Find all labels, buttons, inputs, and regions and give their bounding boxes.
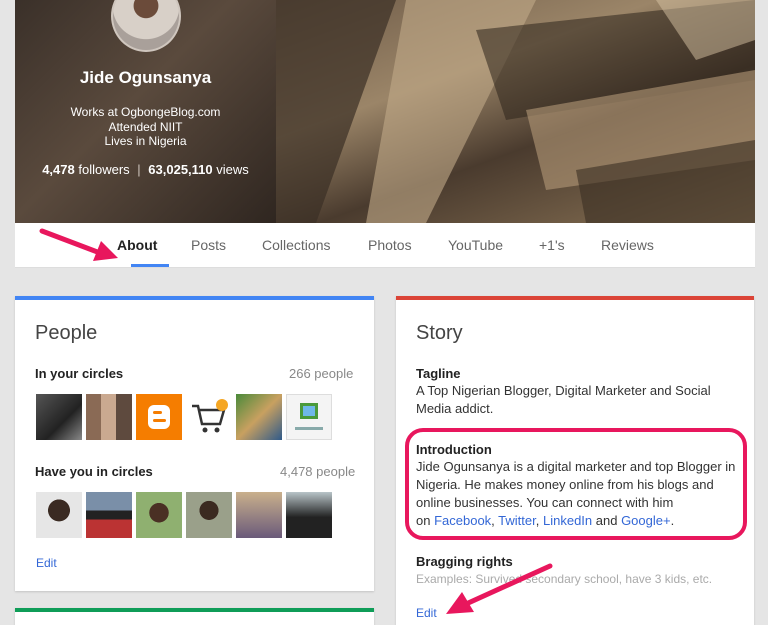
- annotation-arrow-edit: [446, 563, 553, 614]
- follower-avatar[interactable]: [286, 492, 332, 538]
- tagline-label: Tagline: [416, 366, 461, 381]
- profile-works: Works at OgbongeBlog.com: [70, 105, 221, 119]
- tab-photos[interactable]: Photos: [368, 237, 412, 253]
- people-title: People: [35, 322, 98, 344]
- profile-location: Lives in Nigeria: [104, 134, 187, 148]
- followers-count[interactable]: 4,478: [42, 162, 75, 177]
- tab-about[interactable]: About: [117, 237, 157, 253]
- follower-avatar[interactable]: [186, 492, 232, 538]
- stats-separator: |: [137, 162, 141, 177]
- tagline-line: Media addict.: [416, 401, 494, 416]
- follower-avatar[interactable]: [86, 492, 132, 538]
- annotation-arrow-about: [39, 228, 118, 261]
- next-card: [15, 608, 374, 625]
- profile-tab-bar: About Posts Collections Photos YouTube +…: [15, 223, 755, 268]
- profile-education: Attended NIIT: [108, 120, 183, 134]
- active-tab-indicator: [131, 264, 169, 267]
- cover-photo: [276, 0, 755, 223]
- follower-avatar[interactable]: [236, 492, 282, 538]
- blogger-icon: [148, 405, 170, 429]
- people-edit-link[interactable]: Edit: [36, 556, 57, 570]
- have-you-in-circles-count[interactable]: 4,478 people: [280, 464, 355, 479]
- next-card-accent: [15, 608, 374, 612]
- tab-collections[interactable]: Collections: [262, 237, 330, 253]
- introduction-highlight-box: [405, 428, 747, 540]
- circle-avatar[interactable]: [86, 394, 132, 440]
- people-card-accent: [15, 296, 374, 300]
- profile-stats: 4,478 followers | 63,025,110 views: [15, 162, 276, 177]
- followers-label: followers: [78, 162, 130, 177]
- in-your-circles-label: In your circles: [35, 366, 124, 381]
- tab-youtube[interactable]: YouTube: [448, 237, 503, 253]
- follower-avatar[interactable]: [136, 492, 182, 538]
- circle-avatar-shop[interactable]: [186, 394, 232, 440]
- story-card-accent: [396, 296, 754, 300]
- profile-name: Jide Ogunsanya: [79, 68, 212, 87]
- circle-avatar[interactable]: [236, 394, 282, 440]
- book-logo-icon: [295, 403, 323, 430]
- circle-avatar-freebooks[interactable]: [286, 394, 332, 440]
- tab-plus-ones[interactable]: +1's: [539, 237, 565, 253]
- have-you-in-circles-label: Have you in circles: [35, 464, 153, 479]
- circle-avatar-blogger[interactable]: [136, 394, 182, 440]
- views-count: 63,025,110: [148, 162, 213, 177]
- profile-cover: Jide Ogunsanya Works at OgbongeBlog.com …: [15, 0, 755, 223]
- story-edit-link[interactable]: Edit: [416, 606, 437, 620]
- story-title: Story: [416, 322, 463, 344]
- tagline-text: A Top Nigerian Blogger, Digital Marketer…: [416, 382, 711, 418]
- tagline-line: A Top Nigerian Blogger, Digital Marketer…: [416, 383, 711, 398]
- tab-posts[interactable]: Posts: [191, 237, 226, 253]
- tab-reviews[interactable]: Reviews: [601, 237, 654, 253]
- circle-avatar[interactable]: [36, 394, 82, 440]
- follower-avatar[interactable]: [36, 492, 82, 538]
- views-label: views: [216, 162, 249, 177]
- in-your-circles-count[interactable]: 266 people: [289, 366, 353, 381]
- shopping-cart-icon: [192, 399, 228, 433]
